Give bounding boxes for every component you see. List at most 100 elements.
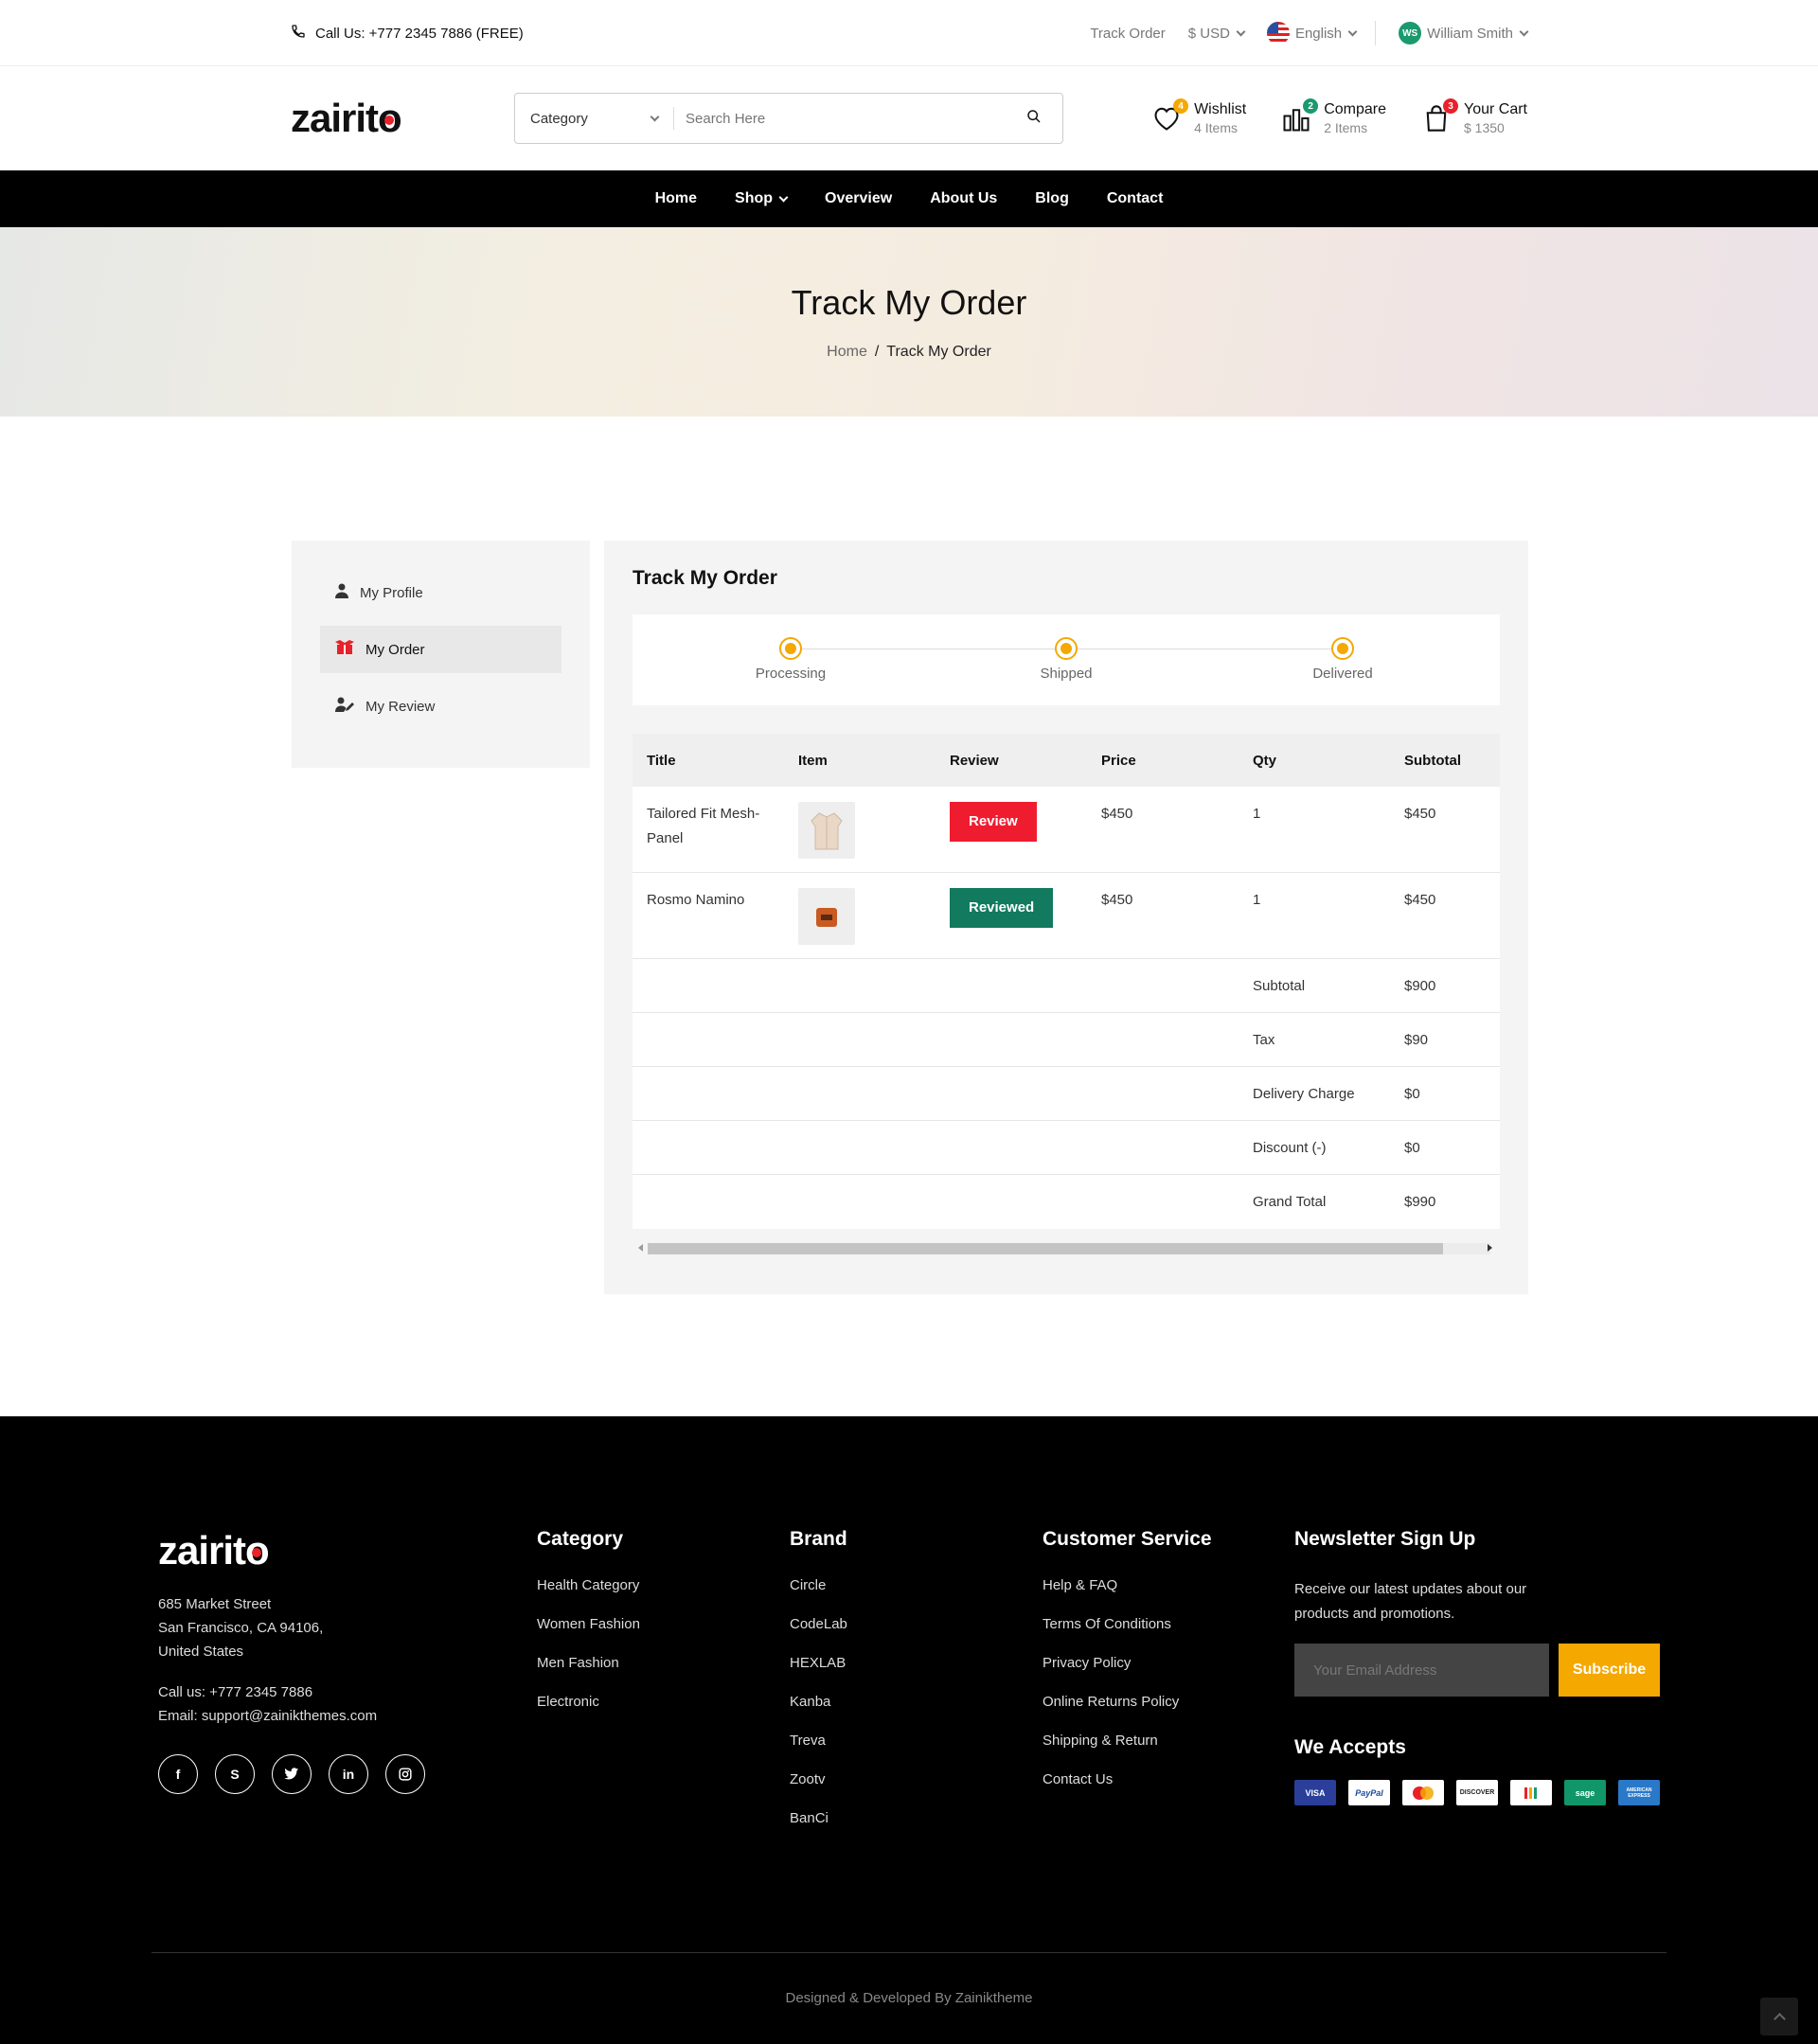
column-header: Subtotal bbox=[1404, 752, 1461, 769]
scroll-to-top-button[interactable] bbox=[1760, 1998, 1798, 2035]
footer-link[interactable]: Women Fashion bbox=[537, 1616, 640, 1655]
currency-select[interactable]: $ USD bbox=[1187, 25, 1246, 42]
reviewed-button[interactable]: Reviewed bbox=[950, 888, 1054, 928]
main-nav: Home Shop Overview About Us Blog Contact bbox=[0, 170, 1818, 227]
summary-value: $900 bbox=[1404, 977, 1436, 994]
footer-link[interactable]: Privacy Policy bbox=[1043, 1655, 1212, 1694]
nav-contact[interactable]: Contact bbox=[1107, 190, 1164, 207]
box-icon bbox=[335, 640, 354, 659]
step-delivered: Delivered bbox=[1267, 637, 1418, 682]
cart-badge: 3 bbox=[1443, 98, 1458, 114]
footer-link[interactable]: Help & FAQ bbox=[1043, 1577, 1212, 1616]
cart-button[interactable]: 3 Your Cart $ 1350 bbox=[1420, 98, 1527, 135]
us-flag-icon bbox=[1266, 22, 1290, 44]
nav-label: Overview bbox=[825, 190, 893, 206]
logo-dot bbox=[252, 1548, 262, 1558]
language-select[interactable]: English bbox=[1266, 22, 1358, 44]
chevron-down-icon bbox=[1347, 27, 1358, 36]
page-title: Track My Order bbox=[791, 283, 1027, 322]
footer-link[interactable]: Electronic bbox=[537, 1694, 640, 1733]
skype-icon[interactable]: S bbox=[215, 1754, 255, 1794]
search-input[interactable] bbox=[674, 94, 1006, 143]
footer-link[interactable]: Zootv bbox=[790, 1771, 847, 1810]
instagram-icon[interactable] bbox=[385, 1754, 425, 1794]
footer-link[interactable]: Contact Us bbox=[1043, 1771, 1212, 1810]
search-button[interactable] bbox=[1006, 94, 1062, 143]
footer-link[interactable]: Men Fashion bbox=[537, 1655, 640, 1694]
footer-customer-service: Customer Service Help & FAQ Terms Of Con… bbox=[1043, 1528, 1212, 1810]
product-image-jacket[interactable] bbox=[798, 802, 855, 859]
footer-link[interactable]: Treva bbox=[790, 1733, 847, 1771]
wishlist-button[interactable]: 4 Wishlist 4 Items bbox=[1150, 98, 1246, 135]
footer-about: zairito 685 Market Street San Francisco,… bbox=[158, 1528, 518, 1794]
nav-blog[interactable]: Blog bbox=[1035, 190, 1069, 207]
product-image-wallet[interactable] bbox=[798, 888, 855, 945]
compare-badge: 2 bbox=[1303, 98, 1319, 114]
scroll-left-arrow[interactable] bbox=[638, 1244, 643, 1252]
nav-overview[interactable]: Overview bbox=[825, 190, 892, 207]
subscribe-button[interactable]: Subscribe bbox=[1559, 1644, 1660, 1697]
call-us-text: Call Us: +777 2345 7886 (FREE) bbox=[315, 25, 524, 42]
footer-link[interactable]: Health Category bbox=[537, 1577, 640, 1616]
nav-label: Contact bbox=[1106, 190, 1164, 206]
footer-link[interactable]: Shipping & Return bbox=[1043, 1733, 1212, 1771]
step-dot bbox=[1331, 637, 1354, 660]
step-label: Delivered bbox=[1312, 666, 1373, 682]
user-name: William Smith bbox=[1427, 25, 1513, 42]
product-title[interactable]: Rosmo Namino bbox=[633, 888, 784, 958]
category-label: Category bbox=[530, 110, 588, 127]
email-field[interactable] bbox=[1294, 1644, 1549, 1697]
twitter-icon[interactable] bbox=[272, 1754, 312, 1794]
column-header: Price bbox=[1101, 752, 1136, 769]
user-icon bbox=[335, 583, 348, 602]
avatar: WS bbox=[1399, 22, 1422, 44]
footer-column-title: Category bbox=[537, 1528, 624, 1550]
summary-value: $0 bbox=[1404, 1139, 1420, 1156]
footer-phone: Call us: +777 2345 7886 bbox=[158, 1684, 313, 1700]
google-pay-icon bbox=[1510, 1780, 1552, 1805]
summary-label: Grand Total bbox=[1253, 1194, 1327, 1210]
address-line: 685 Market Street bbox=[158, 1596, 272, 1612]
product-title[interactable]: Tailored Fit Mesh-Panel bbox=[633, 802, 784, 872]
newsletter-form: Subscribe bbox=[1294, 1644, 1660, 1697]
nav-home[interactable]: Home bbox=[655, 190, 697, 207]
summary-value: $0 bbox=[1404, 1085, 1420, 1102]
footer-logo[interactable]: zairito bbox=[158, 1528, 518, 1573]
call-us: Call Us: +777 2345 7886 (FREE) bbox=[291, 24, 524, 43]
footer-link[interactable]: Terms Of Conditions bbox=[1043, 1616, 1212, 1655]
column-header: Title bbox=[647, 752, 676, 769]
footer-link[interactable]: Kanba bbox=[790, 1694, 847, 1733]
scrollbar-thumb[interactable] bbox=[648, 1243, 1443, 1254]
horizontal-scrollbar[interactable] bbox=[633, 1238, 1500, 1255]
logo[interactable]: zairito bbox=[291, 96, 507, 141]
product-qty: 1 bbox=[1253, 806, 1261, 822]
compare-button[interactable]: 2 Compare 2 Items bbox=[1280, 98, 1386, 135]
facebook-icon[interactable]: f bbox=[158, 1754, 198, 1794]
sidebar-item-my-order[interactable]: My Order bbox=[320, 626, 561, 673]
track-order-link[interactable]: Track Order bbox=[1090, 26, 1165, 42]
review-button[interactable]: Review bbox=[950, 802, 1037, 842]
nav-about-us[interactable]: About Us bbox=[930, 190, 997, 207]
breadcrumb-home[interactable]: Home bbox=[827, 344, 867, 361]
scroll-right-arrow[interactable] bbox=[1488, 1244, 1492, 1252]
nav-shop[interactable]: Shop bbox=[735, 190, 789, 207]
step-dot bbox=[1055, 637, 1078, 660]
footer-link[interactable]: CodeLab bbox=[790, 1616, 847, 1655]
product-subtotal: $450 bbox=[1404, 892, 1436, 908]
logo-dot bbox=[384, 116, 395, 126]
summary-label: Delivery Charge bbox=[1253, 1085, 1355, 1102]
sidebar-item-my-profile[interactable]: My Profile bbox=[320, 569, 561, 616]
top-bar: Call Us: +777 2345 7886 (FREE) Track Ord… bbox=[0, 0, 1818, 66]
footer-link[interactable]: Online Returns Policy bbox=[1043, 1694, 1212, 1733]
category-select[interactable]: Category bbox=[515, 107, 674, 130]
table-row: Tailored Fit Mesh-Panel Review $450 1 $4… bbox=[633, 787, 1500, 873]
sidebar-item-my-review[interactable]: My Review bbox=[320, 683, 561, 730]
footer-email[interactable]: Email: support@zainikthemes.com bbox=[158, 1704, 518, 1728]
footer-link[interactable]: HEXLAB bbox=[790, 1655, 847, 1694]
linkedin-icon[interactable]: in bbox=[329, 1754, 368, 1794]
footer-link[interactable]: Circle bbox=[790, 1577, 847, 1616]
user-menu[interactable]: WS William Smith bbox=[1399, 22, 1529, 44]
address-line: San Francisco, CA 94106, bbox=[158, 1620, 324, 1636]
footer-link[interactable]: BanCi bbox=[790, 1810, 847, 1849]
currency-label: $ USD bbox=[1187, 25, 1230, 42]
